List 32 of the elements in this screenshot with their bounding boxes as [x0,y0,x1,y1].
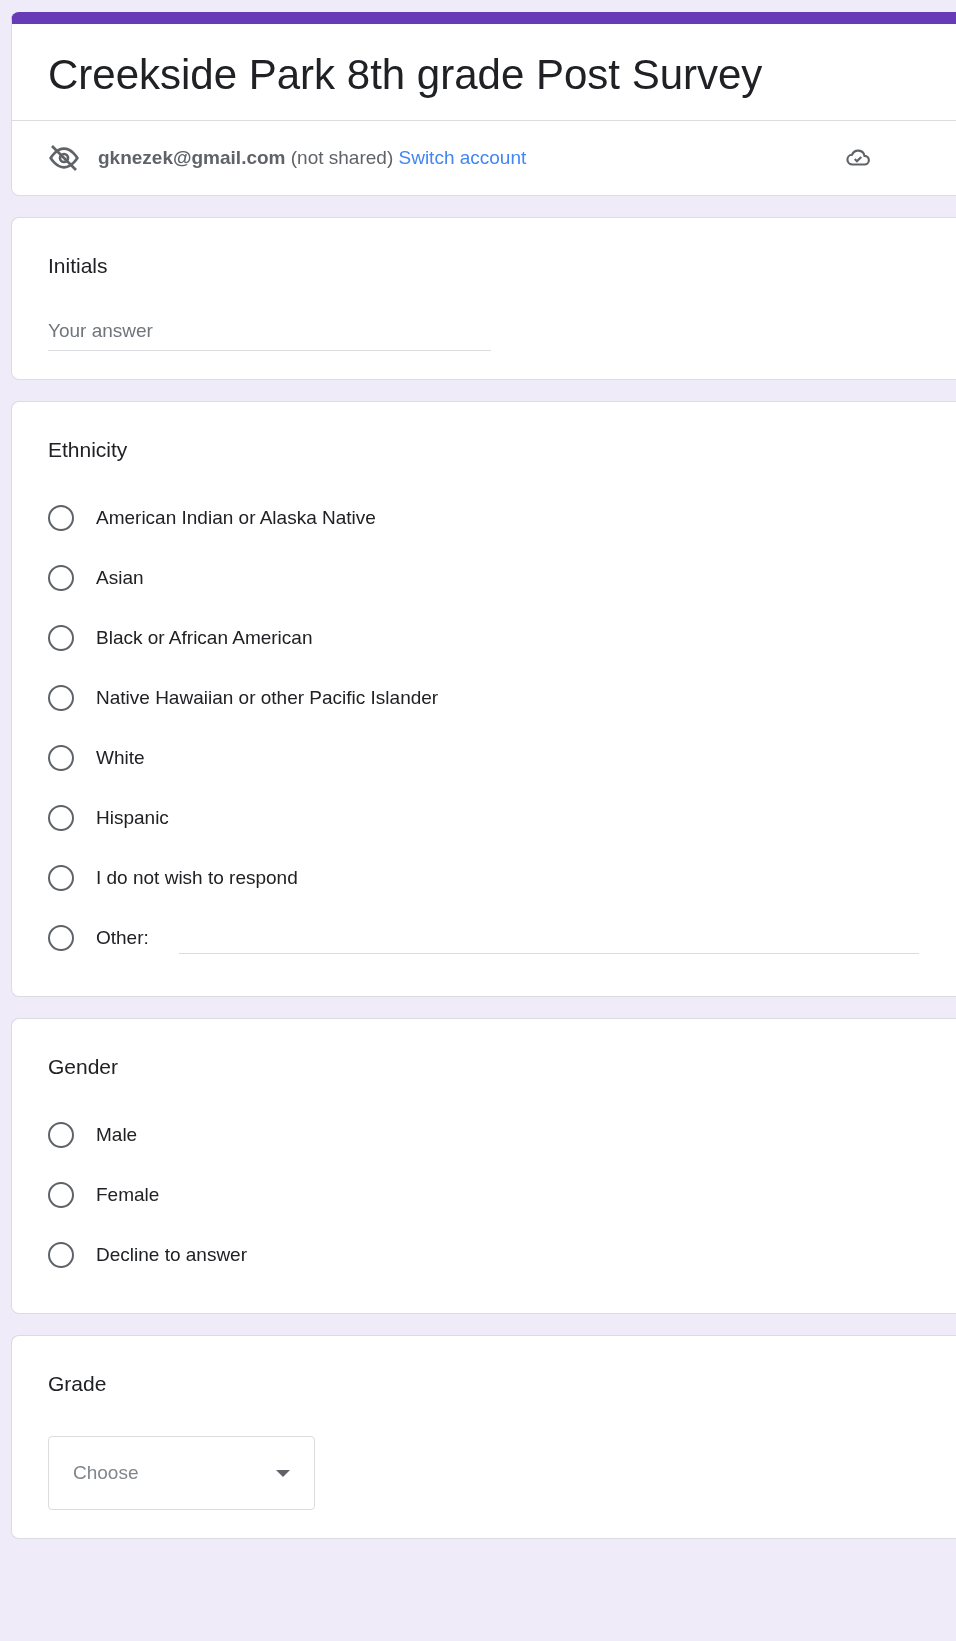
radio-button[interactable] [48,565,74,591]
option-label: Other: [96,927,149,949]
radio-button[interactable] [48,505,74,531]
radio-button[interactable] [48,685,74,711]
grade-dropdown[interactable]: Choose [48,1436,315,1510]
option-label: American Indian or Alaska Native [96,507,376,529]
radio-button[interactable] [48,1182,74,1208]
option-label: Asian [96,567,144,589]
option-label: Decline to answer [96,1244,248,1266]
question-title: Gender [48,1055,120,1079]
option-label: Male [96,1124,138,1146]
option-label: Black or African American [96,627,313,649]
radio-button[interactable] [48,805,74,831]
option-label: Hispanic [96,807,169,829]
form-title: Creekside Park 8th grade Post Survey [47,50,764,100]
question-title: Grade [48,1372,108,1396]
radio-button[interactable] [48,925,74,951]
option-label: Native Hawaiian or other Pacific Islander [96,687,439,709]
option-label: White [96,747,145,769]
sharing-note: (not shared) [290,147,394,169]
caret-icon [276,1469,290,1477]
account-email: gknezek@gmail.com [98,147,286,169]
radio-button[interactable] [48,1122,74,1148]
switch-account-link[interactable]: Switch account [398,147,527,169]
question-title: Ethnicity [48,438,129,462]
question-title: Initials [48,254,109,278]
radio-button[interactable] [48,1242,74,1268]
radio-button[interactable] [48,625,74,651]
radio-button[interactable] [48,745,74,771]
option-label: I do not wish to respond [96,867,298,889]
option-label: Female [96,1184,160,1206]
radio-button[interactable] [48,865,74,891]
